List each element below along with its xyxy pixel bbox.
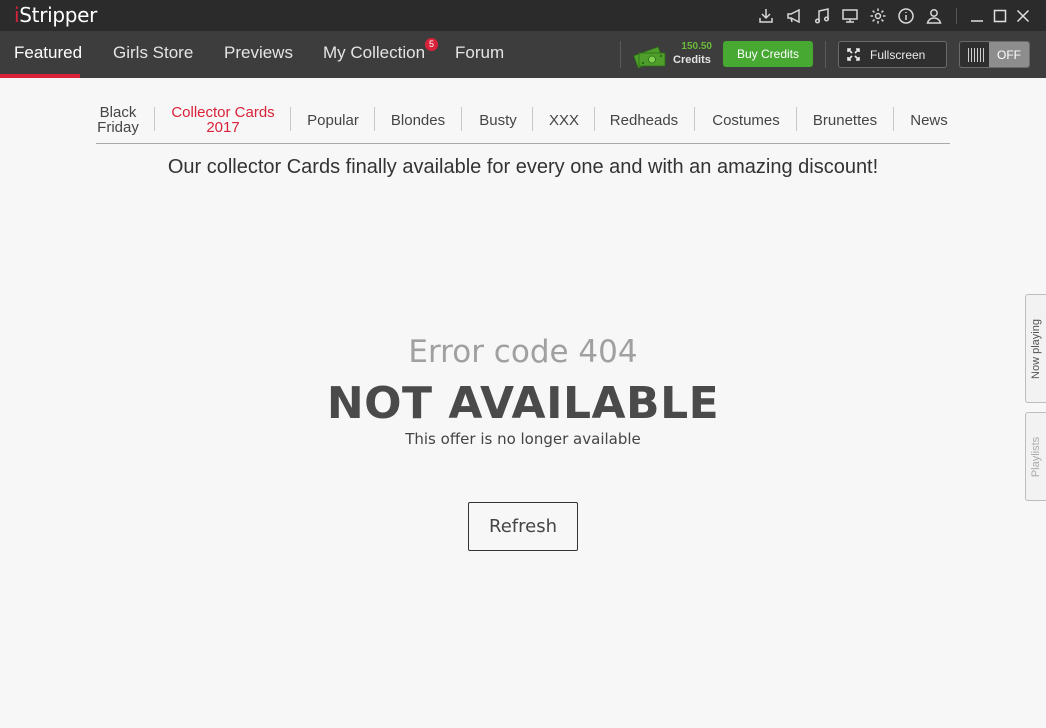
collection-count-badge: 5 xyxy=(425,38,438,51)
display-icon[interactable] xyxy=(836,4,864,28)
fullscreen-button[interactable]: Fullscreen xyxy=(838,41,947,68)
download-icon[interactable] xyxy=(752,4,780,28)
app-logo: iStripper xyxy=(14,3,97,27)
promo-banner-text: Our collector Cards finally available fo… xyxy=(167,156,879,178)
credits-label: Credits xyxy=(673,54,711,66)
money-icon xyxy=(633,46,666,68)
app-logo-text: Stripper xyxy=(19,3,98,27)
titlebar-icons xyxy=(752,4,948,28)
category-collector-cards[interactable]: Collector Cards 2017 xyxy=(166,105,280,135)
toggle-grip-icon xyxy=(968,48,984,62)
category-label: Black xyxy=(99,104,137,121)
mode-toggle[interactable]: OFF xyxy=(959,41,1030,68)
category-separator xyxy=(694,107,695,131)
category-busty[interactable]: Busty xyxy=(471,113,525,128)
announcement-icon[interactable] xyxy=(780,4,808,28)
category-separator xyxy=(461,107,462,131)
nav-separator xyxy=(825,41,826,68)
close-icon[interactable] xyxy=(1012,4,1034,28)
toggle-state: OFF xyxy=(989,42,1029,67)
title-bar: iStripper xyxy=(0,0,1046,31)
category-xxx[interactable]: XXX xyxy=(542,113,586,128)
main-content: Black Friday Collector Cards 2017 Popula… xyxy=(0,78,1046,728)
category-label: Collector Cards xyxy=(171,104,275,121)
category-separator xyxy=(796,107,797,131)
info-icon[interactable] xyxy=(892,4,920,28)
fullscreen-label: Fullscreen xyxy=(870,47,926,62)
music-icon[interactable] xyxy=(808,4,836,28)
category-label: Friday xyxy=(97,119,139,136)
error-title: NOT AVAILABLE xyxy=(326,378,720,429)
error-code: Error code 404 xyxy=(408,334,638,370)
nav-separator xyxy=(620,41,621,68)
category-separator xyxy=(594,107,595,131)
main-nav: Featured Girls Store Previews My Collect… xyxy=(0,31,1046,78)
category-divider xyxy=(96,143,950,144)
buy-credits-button[interactable]: Buy Credits xyxy=(723,41,813,67)
nav-forum[interactable]: Forum xyxy=(455,43,504,63)
category-costumes[interactable]: Costumes xyxy=(704,113,788,128)
user-icon[interactable] xyxy=(920,4,948,28)
credits-amount: 150.50 xyxy=(681,41,712,52)
refresh-button[interactable]: Refresh xyxy=(468,502,578,551)
nav-featured[interactable]: Featured xyxy=(14,43,82,63)
playlists-tab[interactable]: Playlists xyxy=(1025,412,1046,501)
category-separator xyxy=(374,107,375,131)
category-separator xyxy=(290,107,291,131)
settings-icon[interactable] xyxy=(864,4,892,28)
category-blondes[interactable]: Blondes xyxy=(384,113,452,128)
category-separator xyxy=(893,107,894,131)
category-label: 2017 xyxy=(206,119,240,136)
category-popular[interactable]: Popular xyxy=(300,113,366,128)
now-playing-tab[interactable]: Now playing xyxy=(1025,294,1046,403)
category-separator xyxy=(532,107,533,131)
category-brunettes[interactable]: Brunettes xyxy=(806,113,884,128)
maximize-icon[interactable] xyxy=(989,4,1011,28)
error-message: This offer is no longer available xyxy=(405,430,641,448)
nav-my-collection[interactable]: My Collection xyxy=(323,43,425,63)
category-news[interactable]: News xyxy=(904,113,954,128)
category-separator xyxy=(154,107,155,131)
nav-girls-store[interactable]: Girls Store xyxy=(113,43,193,63)
playlists-label: Playlists xyxy=(1030,436,1042,477)
nav-previews[interactable]: Previews xyxy=(224,43,293,63)
fullscreen-icon xyxy=(847,48,860,61)
titlebar-separator xyxy=(956,8,957,24)
category-redheads[interactable]: Redheads xyxy=(604,113,684,128)
now-playing-label: Now playing xyxy=(1030,318,1042,379)
category-black-friday[interactable]: Black Friday xyxy=(97,105,139,135)
minimize-icon[interactable] xyxy=(966,4,988,28)
